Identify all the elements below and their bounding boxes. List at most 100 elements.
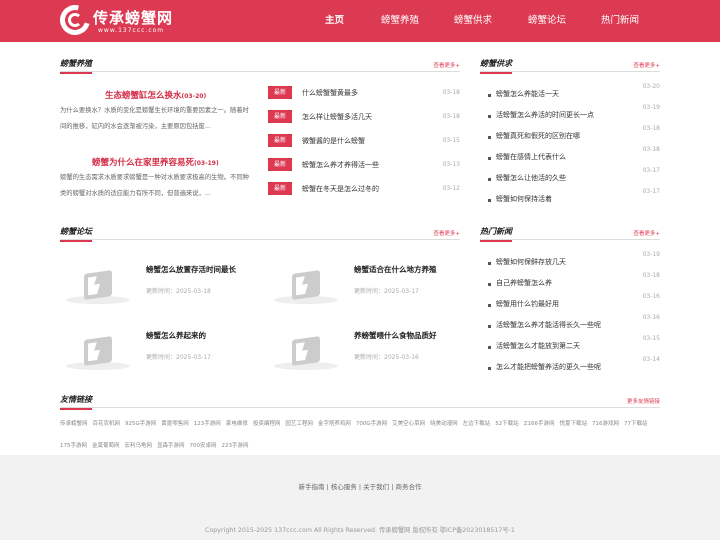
nav-yangzhi[interactable]: 螃蟹养殖 [381, 0, 419, 42]
list-text[interactable]: 螃蟹如何保鲜存放几天 [496, 257, 566, 267]
list-text[interactable]: 螃蟹在感情上代表什么 [496, 152, 566, 162]
list-item[interactable]: 螃蟹怎么让他活的久些 03-17 [488, 167, 660, 185]
forum-card[interactable]: 螃蟹适合在什么地方养殖 更新时间：2025-03-17 [268, 256, 458, 312]
friend-link[interactable]: 700G手游网 [356, 421, 387, 427]
forum-title[interactable]: 螃蟹适合在什么地方养殖 [354, 264, 437, 275]
list-item[interactable]: 螃蟹如何保鲜存放几天 03-19 [488, 251, 660, 269]
bullet-icon [488, 136, 491, 139]
thumbnail-placeholder[interactable] [268, 328, 344, 372]
footer-links[interactable]: 新手指南 | 核心服务 | 关于我们 | 商务合作 [0, 481, 720, 491]
friend-link[interactable]: 左边下载站 [463, 421, 491, 427]
gongqiu-title: 螃蟹供求 [480, 58, 512, 74]
forum-card[interactable]: 螃蟹怎么养起来的 更新时间：2025-03-17 [60, 322, 250, 378]
list-item[interactable]: 螃蟹真死和假死的区别在哪 03-18 [488, 125, 660, 143]
links-title: 友情链接 [60, 394, 92, 410]
bullet-icon [488, 199, 491, 202]
friend-link[interactable]: 宏利乌龟网 [125, 443, 153, 449]
list-item[interactable]: 自己养螃蟹怎么养 03-18 [488, 272, 660, 290]
list-item[interactable]: 活螃蟹怎么养才能活得长久一些呢 03-16 [488, 314, 660, 332]
friend-link[interactable]: 716游戏网 [592, 421, 619, 427]
luntan-more-link[interactable]: 查看更多+ [433, 229, 460, 237]
friend-link[interactable]: 金莫葡萄网 [92, 443, 120, 449]
friend-link[interactable]: 77下载站 [624, 421, 648, 427]
list-text[interactable]: 活螃蟹怎么才能放到第二天 [496, 341, 580, 351]
friend-link[interactable]: 123手游网 [194, 421, 221, 427]
list-text[interactable]: 自己养螃蟹怎么养 [496, 278, 552, 288]
list-item[interactable]: 螃蟹用什么钓最好用 03-16 [488, 293, 660, 311]
nav-hot[interactable]: 热门新闻 [601, 0, 639, 42]
list-text[interactable]: 活螃蟹怎么养才能活得长久一些呢 [496, 320, 601, 330]
logo-c-inner-icon [68, 13, 82, 27]
friend-link[interactable]: 175手游网 [60, 443, 87, 449]
forum-date: 更新时间：2025-03-18 [146, 288, 211, 295]
bullet-icon [488, 304, 491, 307]
nav-gongqiu[interactable]: 螃蟹供求 [454, 0, 492, 42]
thumbnail-placeholder[interactable] [60, 262, 136, 306]
list-item[interactable]: 怎么才能把螃蟹养活的更久一些呢 03-14 [488, 356, 660, 374]
friend-link[interactable]: 黄霆零售网 [161, 421, 189, 427]
news-text[interactable]: 螃蟹怎么养才养得活一些 [302, 160, 379, 170]
list-text[interactable]: 怎么才能把螃蟹养活的更久一些呢 [496, 362, 601, 372]
news-row[interactable]: 最新 螃蟹怎么养才养得活一些 03-13 [268, 158, 460, 172]
list-item[interactable]: 活螃蟹怎么才能放到第二天 03-15 [488, 335, 660, 353]
friend-link[interactable]: Z166手游网 [524, 421, 555, 427]
forum-title[interactable]: 螃蟹怎么养起来的 [146, 330, 206, 341]
friend-link[interactable]: 艾美空心菜网 [392, 421, 425, 427]
list-date: 03-18 [642, 272, 660, 279]
friend-link[interactable]: 52下载站 [495, 421, 519, 427]
news-row[interactable]: 最新 什么螃蟹蟹黄最多 03-18 [268, 86, 460, 100]
friend-link[interactable]: 925G手游网 [125, 421, 156, 427]
forum-title[interactable]: 螃蟹怎么放置存活时间最长 [146, 264, 236, 275]
friend-links: 传承螃蟹网 百花农机网 925G手游网 黄霆零售网 123手游网 家电维修 投资编程网 园艺工… [60, 413, 660, 457]
friend-link[interactable]: 223手游网 [222, 443, 249, 449]
list-date: 03-16 [642, 314, 660, 321]
nav-luntan[interactable]: 螃蟹论坛 [528, 0, 566, 42]
friend-link[interactable]: 晓美动漫网 [430, 421, 458, 427]
friend-link[interactable]: 投资编程网 [253, 421, 281, 427]
list-date: 03-20 [642, 83, 660, 90]
yangzhi-more-link[interactable]: 查看更多+ [433, 61, 460, 69]
forum-title[interactable]: 养螃蟹喂什么食物品质好 [354, 330, 437, 341]
nav-home[interactable]: 主页 [325, 0, 344, 42]
hot-more-link[interactable]: 查看更多+ [633, 229, 660, 237]
list-item[interactable]: 螃蟹怎么养能活一天 03-20 [488, 83, 660, 101]
news-text[interactable]: 微蟹酱的是什么螃蟹 [302, 136, 365, 146]
list-text[interactable]: 螃蟹怎么让他活的久些 [496, 173, 566, 183]
list-date: 03-17 [642, 167, 660, 174]
list-text[interactable]: 螃蟹用什么钓最好用 [496, 299, 559, 309]
news-text[interactable]: 什么螃蟹蟹黄最多 [302, 88, 358, 98]
site-logo[interactable]: 传承螃蟹网 www.137ccc.com [54, 0, 190, 41]
friend-link[interactable]: 园艺工程网 [285, 421, 313, 427]
friend-link[interactable]: 百花农机网 [93, 421, 121, 427]
list-text[interactable]: 螃蟹怎么养能活一天 [496, 89, 559, 99]
yangzhi-title: 螃蟹养殖 [60, 58, 92, 74]
news-row[interactable]: 最新 微蟹酱的是什么螃蟹 03-15 [268, 134, 460, 148]
news-text[interactable]: 螃蟹在冬天是怎么过冬的 [302, 184, 379, 194]
thumbnail-placeholder[interactable] [60, 328, 136, 372]
gongqiu-more-link[interactable]: 查看更多+ [633, 61, 660, 69]
list-date: 03-14 [642, 356, 660, 363]
list-item[interactable]: 螃蟹在感情上代表什么 03-18 [488, 146, 660, 164]
friend-link[interactable]: 显森手游网 [157, 443, 185, 449]
forum-card[interactable]: 螃蟹怎么放置存活时间最长 更新时间：2025-03-18 [60, 256, 250, 312]
friend-link[interactable]: 家电维修 [226, 421, 248, 427]
list-text[interactable]: 活螃蟹怎么养活的时间更长一点 [496, 110, 594, 120]
news-row[interactable]: 最新 螃蟹在冬天是怎么过冬的 03-12 [268, 182, 460, 196]
list-item[interactable]: 螃蟹如何保持活着 03-17 [488, 188, 660, 206]
article-title-2[interactable]: 螃蟹为什么在家里养容易死(03-19) [92, 156, 219, 168]
site-title: 传承螃蟹网 [93, 9, 174, 27]
friend-link[interactable]: 传承螃蟹网 [60, 421, 88, 427]
friend-link[interactable]: 悦夏下载站 [559, 421, 587, 427]
thumbnail-placeholder[interactable] [268, 262, 344, 306]
links-more-link[interactable]: 更多友情链接 [627, 397, 660, 405]
yangzhi-header: 螃蟹养殖 查看更多+ [60, 58, 460, 74]
friend-link[interactable]: 金字塔养鸡网 [318, 421, 351, 427]
news-text[interactable]: 怎么样让螃蟹多活几天 [302, 112, 372, 122]
forum-card[interactable]: 养螃蟹喂什么食物品质好 更新时间：2025-03-16 [268, 322, 458, 378]
news-row[interactable]: 最新 怎么样让螃蟹多活几天 03-18 [268, 110, 460, 124]
list-text[interactable]: 螃蟹如何保持活着 [496, 194, 552, 204]
article-title-1[interactable]: 生态螃蟹缸怎么换水(03-20) [105, 89, 206, 101]
list-text[interactable]: 螃蟹真死和假死的区别在哪 [496, 131, 580, 141]
list-item[interactable]: 活螃蟹怎么养活的时间更长一点 03-19 [488, 104, 660, 122]
friend-link[interactable]: 700安卓网 [190, 443, 217, 449]
